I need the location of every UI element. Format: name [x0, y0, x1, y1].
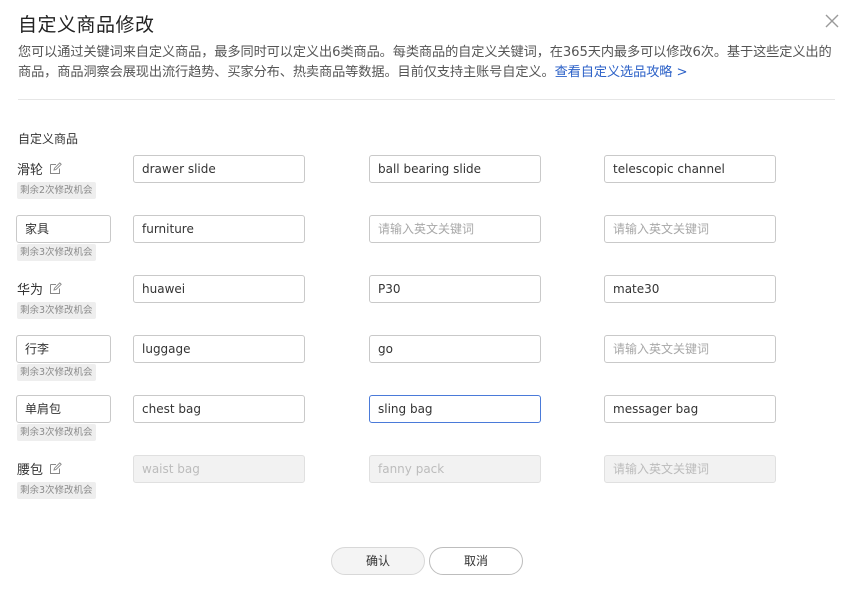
product-name-input[interactable]: 行李 [16, 335, 111, 363]
cancel-button[interactable]: 取消 [429, 547, 523, 575]
keyword-input[interactable]: P30 [369, 275, 541, 303]
keyword-input[interactable]: 请输入英文关键词 [604, 215, 776, 243]
edit-icon[interactable] [49, 462, 62, 475]
remaining-edits-badge: 剩余3次修改机会 [17, 364, 96, 381]
dialog-title: 自定义商品修改 [18, 14, 155, 36]
keyword-input[interactable]: 请输入英文关键词 [369, 215, 541, 243]
keyword-input[interactable]: luggage [133, 335, 305, 363]
keyword-input-disabled: 请输入英文关键词 [604, 455, 776, 483]
description-text: 您可以通过关键词来自定义商品，最多同时可以定义出6类商品。每类商品的自定义关键词… [18, 45, 832, 80]
keyword-input[interactable]: go [369, 335, 541, 363]
edit-icon[interactable] [49, 162, 62, 175]
keyword-input[interactable]: huawei [133, 275, 305, 303]
remaining-edits-badge: 剩余3次修改机会 [17, 482, 96, 499]
product-row: 滑轮 剩余2次修改机会 drawer slide ball bearing sl… [0, 155, 853, 215]
product-row: 行李 剩余3次修改机会 luggage go 请输入英文关键词 [0, 335, 853, 395]
remaining-edits-badge: 剩余3次修改机会 [17, 302, 96, 319]
keyword-input[interactable]: messager bag [604, 395, 776, 423]
guide-link[interactable]: 查看自定义选品攻略 > [555, 65, 688, 80]
product-row: 华为 剩余3次修改机会 huawei P30 mate30 [0, 275, 853, 335]
section-label: 自定义商品 [18, 132, 79, 146]
confirm-button[interactable]: 确认 [331, 547, 425, 575]
keyword-input[interactable]: 请输入英文关键词 [604, 335, 776, 363]
keyword-input[interactable]: drawer slide [133, 155, 305, 183]
divider [18, 99, 835, 100]
product-name-label: 华为 [17, 283, 44, 298]
keyword-input[interactable]: chest bag [133, 395, 305, 423]
keyword-input-disabled: waist bag [133, 455, 305, 483]
product-name-label: 滑轮 [17, 163, 44, 178]
remaining-edits-badge: 剩余2次修改机会 [17, 182, 96, 199]
product-row: 家具 剩余3次修改机会 furniture 请输入英文关键词 请输入英文关键词 [0, 215, 853, 275]
keyword-input[interactable]: ball bearing slide [369, 155, 541, 183]
product-name-input[interactable]: 单肩包 [16, 395, 111, 423]
keyword-input-disabled: fanny pack [369, 455, 541, 483]
product-name: 腰包 [17, 459, 62, 478]
dialog-description: 您可以通过关键词来自定义商品，最多同时可以定义出6类商品。每类商品的自定义关键词… [18, 43, 833, 83]
keyword-input[interactable]: mate30 [604, 275, 776, 303]
keyword-input-focused[interactable]: sling bag [369, 395, 541, 423]
edit-icon[interactable] [49, 282, 62, 295]
keyword-input[interactable]: furniture [133, 215, 305, 243]
remaining-edits-badge: 剩余3次修改机会 [17, 424, 96, 441]
product-name-label: 腰包 [17, 463, 44, 478]
product-row: 单肩包 剩余3次修改机会 chest bag sling bag message… [0, 395, 853, 455]
remaining-edits-badge: 剩余3次修改机会 [17, 244, 96, 261]
product-name: 华为 [17, 279, 62, 298]
keyword-input[interactable]: telescopic channel [604, 155, 776, 183]
product-name: 滑轮 [17, 159, 62, 178]
close-icon[interactable] [822, 11, 842, 31]
product-row: 腰包 剩余3次修改机会 waist bag fanny pack 请输入英文关键… [0, 455, 853, 515]
product-name-input[interactable]: 家具 [16, 215, 111, 243]
